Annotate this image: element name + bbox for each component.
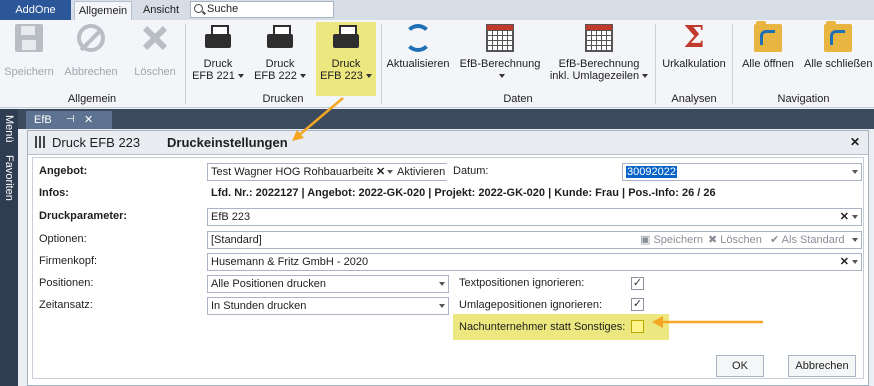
- arrow-to-title: [297, 97, 344, 137]
- annotation-arrows: [292, 97, 763, 328]
- arrow-head-checkbox: [652, 316, 663, 328]
